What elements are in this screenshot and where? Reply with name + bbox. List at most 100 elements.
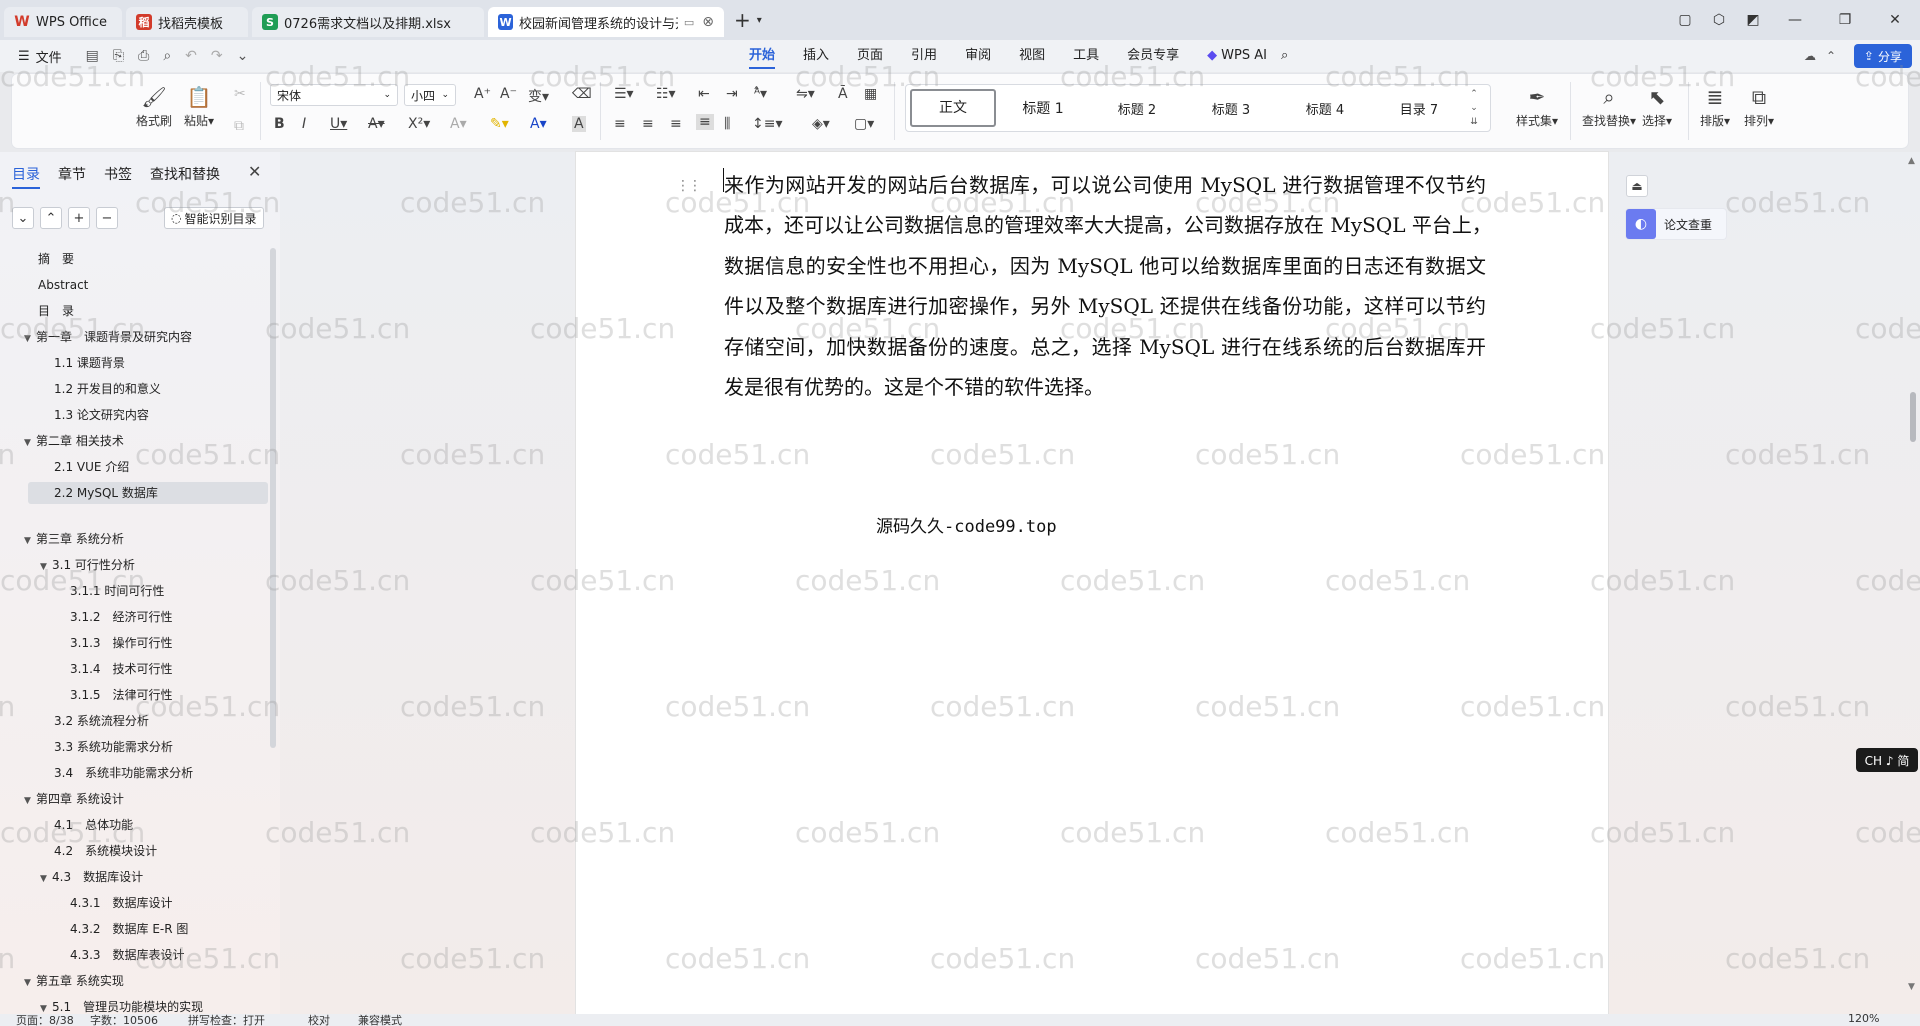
- char-distribute-icon[interactable]: Ā: [838, 86, 848, 102]
- style-normal[interactable]: 正文: [910, 89, 996, 127]
- tab-insert[interactable]: 插入: [789, 40, 843, 72]
- collapse-ribbon-icon[interactable]: ⌃: [1826, 49, 1836, 63]
- toc-item[interactable]: 4.3.1 数据库设计: [70, 892, 173, 914]
- style-heading-4[interactable]: 标题 4: [1278, 99, 1372, 118]
- increase-indent-icon[interactable]: ⇥: [726, 86, 738, 102]
- cut-icon[interactable]: ✂: [234, 86, 246, 102]
- tab-wps-office[interactable]: W WPS Office: [4, 7, 122, 37]
- toc-item[interactable]: ▼ 3.1 可行性分析: [40, 554, 135, 576]
- bullet-list-icon[interactable]: ☰▾: [614, 86, 634, 102]
- scroll-down-icon[interactable]: ▼: [1908, 982, 1915, 992]
- sort-icon[interactable]: ⇋▾: [796, 86, 815, 102]
- superscript-icon[interactable]: X²▾: [408, 116, 430, 132]
- nav-scrollbar[interactable]: [270, 248, 276, 748]
- font-family-select[interactable]: 宋体 ⌄: [270, 84, 398, 106]
- expand-icon[interactable]: ⌄: [12, 207, 34, 229]
- add-icon[interactable]: +: [68, 207, 90, 229]
- chat-icon[interactable]: ☁: [1804, 49, 1816, 63]
- page-indicator[interactable]: 页面：8/38: [16, 1014, 74, 1026]
- scroll-thumb[interactable]: [1910, 392, 1916, 442]
- align-right-icon[interactable]: ≡: [670, 116, 682, 132]
- save-icon[interactable]: ▤: [86, 48, 99, 64]
- tab-docer[interactable]: 稻 找稻壳模板: [126, 7, 248, 37]
- table-icon[interactable]: ▦: [864, 86, 877, 102]
- toc-item[interactable]: 3.4 系统非功能需求分析: [54, 762, 193, 784]
- underline-icon[interactable]: U▾: [330, 116, 347, 132]
- restore-button[interactable]: ❐: [1820, 12, 1870, 28]
- caret-down-icon[interactable]: ▼: [40, 868, 52, 890]
- strikethrough-icon[interactable]: A▾: [368, 116, 385, 132]
- clear-format-icon[interactable]: ⌫: [572, 86, 592, 102]
- search-icon[interactable]: ⌕: [1281, 40, 1288, 72]
- caret-down-icon[interactable]: ▼: [24, 972, 36, 994]
- redo-icon[interactable]: ↷: [211, 48, 223, 64]
- scroll-up-icon[interactable]: ▲: [1908, 156, 1915, 166]
- toc-item[interactable]: 3.1.2 经济可行性: [70, 606, 173, 628]
- toc-item[interactable]: 摘 要: [38, 248, 74, 270]
- paper-check-button[interactable]: ◐ 论文查重: [1626, 209, 1726, 239]
- align-center-icon[interactable]: ≡: [642, 116, 654, 132]
- copy-icon[interactable]: ⧉: [234, 118, 244, 134]
- paragraph-drag-handle-icon[interactable]: ⋮⋮: [676, 178, 702, 194]
- word-count[interactable]: 字数：10506: [90, 1014, 158, 1026]
- char-shading-icon[interactable]: A: [572, 116, 586, 132]
- style-toc-7[interactable]: 目录 7: [1372, 99, 1466, 118]
- proofread[interactable]: 校对: [308, 1014, 330, 1026]
- body-paragraph[interactable]: 来作为网站开发的网站后台数据库，可以说公司使用 MySQL 进行数据管理不仅节约…: [724, 165, 1492, 407]
- toc-item[interactable]: 3.1.3 操作可行性: [70, 632, 173, 654]
- toc-item[interactable]: ▼ 第二章 相关技术: [24, 430, 124, 452]
- numbered-list-icon[interactable]: ☷▾: [656, 86, 676, 102]
- grow-font-icon[interactable]: A⁺: [474, 86, 491, 102]
- caret-down-icon[interactable]: ▼: [40, 556, 52, 578]
- tile-icon[interactable]: ▢: [1668, 12, 1702, 28]
- tab-page[interactable]: 页面: [843, 40, 897, 72]
- tab-review[interactable]: 审阅: [951, 40, 1005, 72]
- toc-item[interactable]: 4.1 总体功能: [54, 814, 133, 836]
- justify-icon[interactable]: ≡: [696, 114, 714, 130]
- toc-item[interactable]: 3.1.5 法律可行性: [70, 684, 173, 706]
- nav-tab-find-replace[interactable]: 查找和替换: [150, 164, 220, 184]
- print-icon[interactable]: ⎙: [138, 48, 149, 64]
- wps-ai-button[interactable]: ◆ WPS AI ⌕: [1193, 40, 1302, 72]
- toc-item[interactable]: 3.3 系统功能需求分析: [54, 736, 173, 758]
- nav-tab-chapters[interactable]: 章节: [58, 164, 86, 184]
- remove-icon[interactable]: −: [96, 207, 118, 229]
- zoom-level[interactable]: 120%: [1848, 1014, 1879, 1025]
- toc-item[interactable]: 4.2 系统模块设计: [54, 840, 157, 862]
- text-direction-icon[interactable]: ᴬ̂▾: [754, 86, 767, 102]
- format-painter-button[interactable]: 🖌 格式刷: [136, 82, 172, 129]
- tab-view[interactable]: 视图: [1005, 40, 1059, 72]
- align-left-icon[interactable]: ≡: [614, 116, 626, 132]
- new-tab-button[interactable]: +: [734, 8, 751, 32]
- style-heading-3[interactable]: 标题 3: [1184, 99, 1278, 118]
- bold-icon[interactable]: B: [274, 116, 285, 132]
- nav-tab-bookmarks[interactable]: 书签: [104, 164, 132, 184]
- spell-check[interactable]: 拼写检查：打开: [188, 1014, 265, 1026]
- undo-icon[interactable]: ↶: [185, 48, 197, 64]
- highlight-icon[interactable]: ✎▾: [490, 116, 509, 132]
- collapse-icon[interactable]: ⌃: [40, 207, 62, 229]
- tab-home[interactable]: 开始: [735, 40, 789, 72]
- shrink-font-icon[interactable]: A⁻: [500, 86, 517, 102]
- style-heading-2[interactable]: 标题 2: [1090, 99, 1184, 118]
- decrease-indent-icon[interactable]: ⇤: [698, 86, 710, 102]
- export-icon[interactable]: ⎘: [113, 48, 124, 64]
- font-color-icon[interactable]: A▾: [530, 116, 547, 132]
- toc-item[interactable]: 2.1 VUE 介绍: [54, 456, 129, 478]
- caret-down-icon[interactable]: ▼: [24, 328, 36, 350]
- tab-member[interactable]: 会员专享: [1113, 40, 1193, 72]
- toc-item[interactable]: 目 录: [38, 300, 74, 322]
- toc-item[interactable]: 2.2 MySQL 数据库: [54, 482, 158, 504]
- tab-document[interactable]: W 校园新闻管理系统的设计与开 ▭ ⊗: [488, 7, 724, 37]
- style-gallery-scroll[interactable]: ⌃ ⌄ ⇊: [1466, 87, 1482, 129]
- close-icon[interactable]: ✕: [248, 162, 261, 181]
- nav-tab-toc[interactable]: 目录: [12, 164, 40, 189]
- tab-list-chevron-icon[interactable]: ▾: [757, 15, 762, 26]
- toc-item[interactable]: ▼ 第五章 系统实现: [24, 970, 124, 992]
- border-icon[interactable]: ▢▾: [854, 116, 874, 132]
- cube-icon[interactable]: ⬡: [1702, 12, 1736, 28]
- toc-item[interactable]: ▼ 第四章 系统设计: [24, 788, 124, 810]
- toc-item[interactable]: 1.1 课题背景: [54, 352, 125, 374]
- line-spacing-icon[interactable]: ↕≡▾: [752, 116, 783, 132]
- toc-item[interactable]: 4.3.3 数据库表设计: [70, 944, 185, 966]
